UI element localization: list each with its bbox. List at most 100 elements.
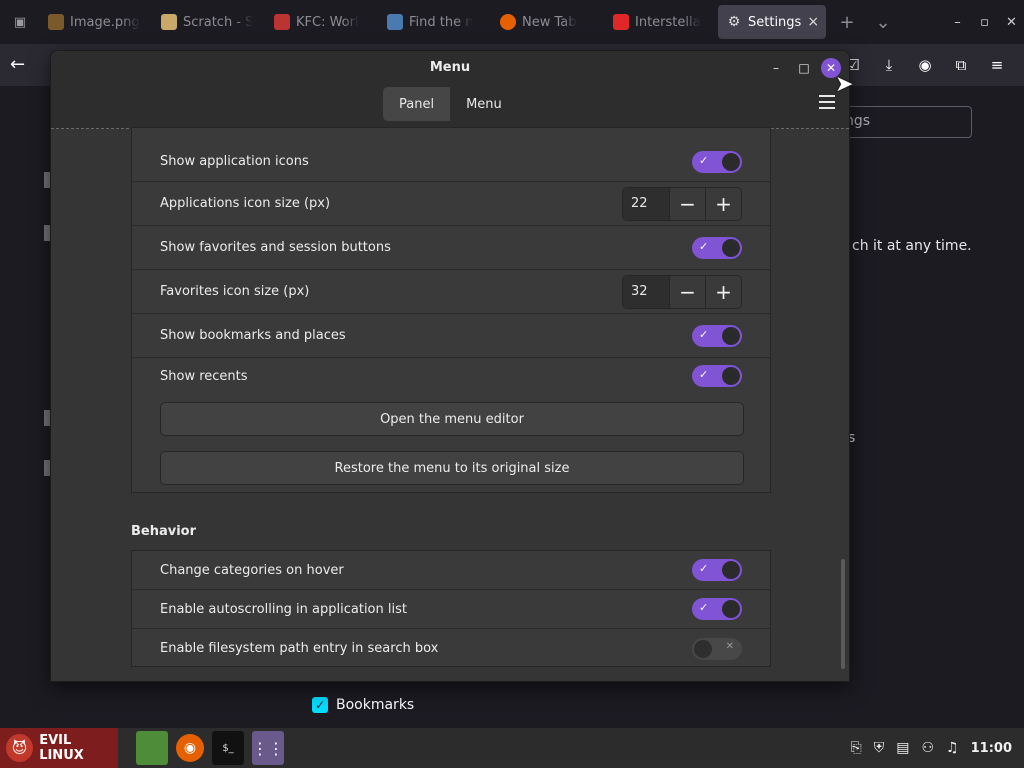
firefox-icon [500, 14, 516, 30]
browser-tab[interactable]: Interstella [605, 5, 715, 39]
tab-favicon-icon [274, 14, 290, 30]
terminal-icon[interactable]: $_ [212, 731, 244, 765]
tab-label: New Tab [522, 14, 577, 30]
dialog-title: Menu [429, 60, 471, 75]
browser-tab[interactable]: KFC: Worl [266, 5, 376, 39]
setting-label: Show bookmarks and places [160, 328, 346, 343]
setting-row: Applications icon size (px) 22 − + [132, 182, 770, 226]
check-icon: ✓ [699, 601, 709, 614]
setting-label: Show favorites and session buttons [160, 240, 391, 255]
close-icon[interactable]: ✕ [998, 10, 1024, 34]
minimize-icon[interactable]: – [765, 57, 787, 79]
x-icon: ✕ [725, 640, 734, 652]
setting-row: Show bookmarks and places ✓ [132, 314, 770, 358]
restore-menu-size-button[interactable]: Restore the menu to its original size [160, 451, 744, 485]
open-menu-editor-button[interactable]: Open the menu editor [160, 402, 744, 436]
setting-label: Enable filesystem path entry in search b… [160, 641, 439, 656]
check-icon: ✓ [699, 368, 709, 381]
browser-window-controls: – ▫ ✕ [944, 10, 1024, 34]
maximize-icon[interactable]: □ [793, 57, 815, 79]
youtube-icon [613, 14, 629, 30]
start-menu-button[interactable]: 😈 EVIL LINUX [0, 728, 118, 768]
stepper-value[interactable]: 22 [623, 187, 669, 220]
plus-icon[interactable]: + [705, 187, 741, 220]
check-icon: ✓ [699, 327, 709, 341]
setting-row: Enable autoscrolling in application list… [132, 590, 770, 629]
browser-tab[interactable]: Image.png [40, 5, 150, 39]
minimize-icon[interactable]: – [944, 10, 971, 34]
dialog-header: Menu – □ ✕ Panel Menu [51, 51, 849, 129]
tab-list-icon[interactable]: ▣ [0, 0, 40, 44]
bookmarks-checkbox[interactable]: ✓ Bookmarks [312, 697, 414, 713]
back-arrow-icon[interactable]: ← [10, 54, 34, 76]
stepper-value[interactable]: 32 [623, 275, 669, 308]
account-icon[interactable]: ◉ [912, 52, 938, 78]
show-app-icons-toggle[interactable]: ✓ [692, 150, 742, 173]
setting-label: Change categories on hover [160, 562, 344, 578]
hourglass-icon [387, 14, 403, 30]
tab-label: Settings [748, 14, 802, 30]
tab-label: Scratch - S [183, 14, 254, 30]
app-grid-icon[interactable]: ⋮⋮ [252, 731, 284, 765]
notes-icon[interactable]: ▤ [896, 740, 909, 756]
dialog-body: Show application icons ✓ Applications ic… [51, 127, 849, 681]
show-recents-toggle[interactable]: ✓ [692, 365, 742, 387]
setting-row: Show recents ✓ [132, 358, 770, 394]
hamburger-menu-icon[interactable] [819, 95, 835, 109]
firefox-icon[interactable]: ◉ [176, 734, 204, 762]
menu-settings-dialog: Menu – □ ✕ Panel Menu Show application i… [50, 50, 850, 682]
tab-label: Image.png [70, 14, 140, 30]
network-icon[interactable]: ⚇ [921, 740, 934, 756]
clock: 11:00 [970, 740, 1012, 756]
setting-label: Show application icons [160, 154, 309, 169]
tab-label: Find the n [409, 14, 474, 30]
autoscrolling-toggle[interactable]: ✓ [692, 598, 742, 620]
browser-tab[interactable]: Scratch - S [153, 5, 263, 39]
setting-row: Show favorites and session buttons ✓ [132, 226, 770, 270]
show-favorites-toggle[interactable]: ✓ [692, 236, 742, 259]
setting-row: Change categories on hover ✓ [132, 551, 770, 590]
browser-tab[interactable]: Find the n [379, 5, 489, 39]
scrollbar[interactable] [841, 559, 845, 669]
start-label: EVIL LINUX [39, 733, 84, 763]
bookmarks-label: Bookmarks [336, 697, 415, 713]
folder-icon[interactable] [136, 731, 168, 765]
tab-menu[interactable]: Menu [450, 87, 518, 121]
tab-label: Interstella [635, 14, 701, 30]
music-icon[interactable]: ♫ [946, 740, 959, 756]
settings-search-input[interactable]: ngs [830, 106, 972, 138]
plus-icon[interactable]: + [705, 275, 741, 308]
gear-icon: ⚙ [727, 14, 741, 30]
tab-panel[interactable]: Panel [383, 87, 451, 121]
tab-favicon-icon [48, 14, 64, 30]
hamburger-menu-icon[interactable]: ≡ [984, 52, 1010, 78]
chevron-down-icon[interactable]: ⌄ [865, 5, 901, 39]
favorites-icon-size-stepper: 32 − + [622, 274, 742, 309]
show-bookmarks-toggle[interactable]: ✓ [692, 324, 742, 347]
check-icon: ✓ [699, 562, 709, 575]
browser-tab-active[interactable]: ⚙ Settings × [718, 5, 826, 39]
clipboard-icon[interactable]: ⎘ [851, 740, 862, 756]
extensions-icon[interactable]: ⧉ [948, 52, 974, 78]
tab-label: KFC: Worl [296, 14, 359, 30]
maximize-icon[interactable]: ▫ [971, 10, 998, 34]
download-icon[interactable]: ⤓ [876, 52, 902, 78]
tab-favicon-icon [161, 14, 177, 30]
setting-label: Favorites icon size (px) [160, 284, 310, 299]
minus-icon[interactable]: − [669, 187, 705, 220]
setting-row: Favorites icon size (px) 32 − + [132, 270, 770, 314]
browser-tab[interactable]: New Tab [492, 5, 602, 39]
filesystem-path-toggle[interactable]: ✕ [692, 637, 742, 660]
app-icon-size-stepper: 22 − + [622, 186, 742, 221]
browser-tab-strip: ▣ Image.png Scratch - S KFC: Worl Find t… [0, 0, 1024, 44]
categories-hover-toggle[interactable]: ✓ [692, 559, 742, 581]
checkbox-checked-icon: ✓ [312, 697, 328, 713]
shield-icon[interactable]: ⛨ [874, 740, 885, 756]
new-tab-icon[interactable]: + [829, 5, 865, 39]
check-icon: ✓ [699, 153, 709, 167]
devil-logo-icon: 😈 [6, 734, 34, 762]
close-tab-icon[interactable]: × [807, 14, 819, 30]
setting-row: Show application icons ✓ [132, 142, 770, 182]
setting-label: Show recents [160, 368, 248, 384]
minus-icon[interactable]: − [669, 275, 705, 308]
